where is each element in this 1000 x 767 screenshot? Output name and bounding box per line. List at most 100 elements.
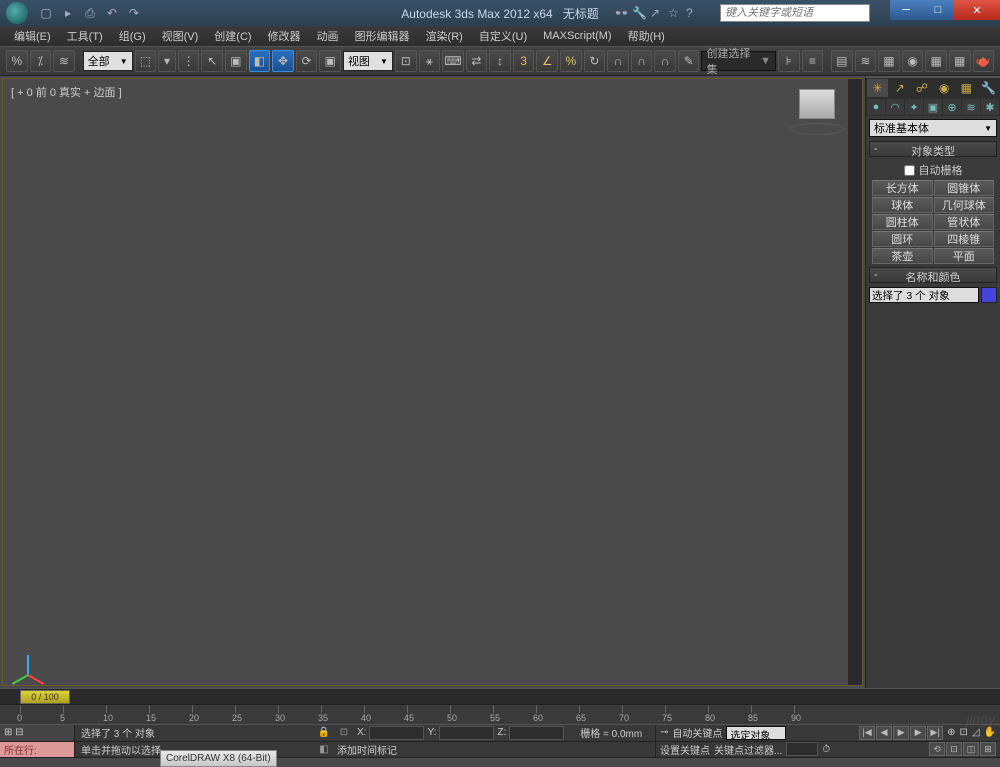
- maximize-button[interactable]: □: [922, 0, 954, 20]
- render-icon[interactable]: 🫖: [973, 50, 995, 72]
- utilities-tab[interactable]: 🔧: [978, 79, 999, 97]
- space-tab[interactable]: ≋: [962, 99, 980, 115]
- viewcube[interactable]: [787, 89, 847, 144]
- next-frame-icon[interactable]: ▶: [910, 726, 926, 740]
- open-icon[interactable]: ▸: [60, 5, 76, 21]
- menu-item[interactable]: 动画: [309, 26, 347, 46]
- save-icon[interactable]: ⎙: [82, 5, 98, 21]
- arrows-icon[interactable]: ⇄: [466, 50, 488, 72]
- kbd-icon[interactable]: ⌨: [442, 50, 464, 72]
- help-search-input[interactable]: [720, 4, 870, 22]
- nav-orbit-icon[interactable]: ⟲: [929, 742, 945, 756]
- percent-icon[interactable]: %: [560, 50, 582, 72]
- selection-filter-dropdown[interactable]: 全部▼: [83, 51, 133, 71]
- systems-tab[interactable]: ✱: [981, 99, 999, 115]
- pivot-icon[interactable]: ⊡: [395, 50, 417, 72]
- time-config-icon[interactable]: ⏱: [822, 744, 830, 755]
- nav-zoomall-icon[interactable]: ⊡: [959, 727, 967, 738]
- nav-pan-icon[interactable]: ✋: [984, 727, 996, 738]
- link-icon[interactable]: %: [6, 50, 28, 72]
- x-input[interactable]: [369, 726, 424, 740]
- render-frame-icon[interactable]: ▦: [949, 50, 971, 72]
- bind-icon[interactable]: ≋: [53, 50, 75, 72]
- align-icon[interactable]: ≡: [802, 50, 824, 72]
- menu-item[interactable]: 视图(V): [154, 26, 207, 46]
- geometry-tab[interactable]: ●: [867, 99, 885, 115]
- nav-zoomreg-icon[interactable]: ⊡: [946, 742, 962, 756]
- lock-icon[interactable]: 🔒: [317, 726, 331, 740]
- shapes-tab[interactable]: ◠: [886, 99, 904, 115]
- primitive-button[interactable]: 圆柱体: [872, 214, 933, 230]
- undo-icon[interactable]: ↶: [104, 5, 120, 21]
- menu-item[interactable]: 创建(C): [206, 26, 259, 46]
- rotate-icon[interactable]: ⟳: [296, 50, 318, 72]
- select-rect-icon[interactable]: ▣: [225, 50, 247, 72]
- binoculars-icon[interactable]: 👓: [614, 6, 628, 20]
- nav-max-icon[interactable]: ◫: [963, 742, 979, 756]
- z-input[interactable]: [509, 726, 564, 740]
- nav-zoom-icon[interactable]: ⊕: [947, 727, 955, 738]
- primitive-button[interactable]: 四棱锥: [934, 231, 995, 247]
- motion-tab[interactable]: ◉: [934, 79, 955, 97]
- primitive-button[interactable]: 平面: [934, 248, 995, 264]
- object-name-input[interactable]: 选择了 3 个 对象: [869, 287, 979, 303]
- name-color-rollout-header[interactable]: -名称和颜色: [869, 267, 997, 283]
- help-icon[interactable]: ?: [686, 6, 700, 20]
- autogrid-input[interactable]: [904, 165, 915, 176]
- unlink-icon[interactable]: ⁒: [30, 50, 52, 72]
- primitive-button[interactable]: 管状体: [934, 214, 995, 230]
- mirror-icon[interactable]: ⊧: [778, 50, 800, 72]
- dots-icon[interactable]: ⋮: [178, 50, 200, 72]
- minimize-button[interactable]: ─: [890, 0, 922, 20]
- viewcube-face[interactable]: [799, 89, 835, 119]
- move-icon[interactable]: ✥: [272, 50, 294, 72]
- cursor-icon[interactable]: ↖: [201, 50, 223, 72]
- layer-icon[interactable]: ▤: [831, 50, 853, 72]
- spinner-icon[interactable]: ↻: [584, 50, 606, 72]
- key-filters-button[interactable]: 关键点过滤器...: [714, 742, 782, 757]
- autogrid-checkbox[interactable]: 自动栅格: [870, 160, 996, 180]
- modify-tab[interactable]: ↗: [889, 79, 910, 97]
- three-icon[interactable]: 3: [513, 50, 535, 72]
- wrench-icon[interactable]: 🔧: [632, 6, 646, 20]
- redo-icon[interactable]: ↷: [126, 5, 142, 21]
- primitive-button[interactable]: 茶壶: [872, 248, 933, 264]
- curve-editor-icon[interactable]: ≋: [855, 50, 877, 72]
- menu-item[interactable]: 工具(T): [59, 26, 111, 46]
- goto-end-icon[interactable]: ▶|: [927, 726, 943, 740]
- star-icon[interactable]: ☆: [668, 6, 682, 20]
- manip-icon[interactable]: ⚹: [419, 50, 441, 72]
- primitive-button[interactable]: 几何球体: [934, 197, 995, 213]
- add-time-tag[interactable]: 添加时间标记: [337, 742, 397, 757]
- y-input[interactable]: [439, 726, 494, 740]
- helpers-tab[interactable]: ⊕: [943, 99, 961, 115]
- close-button[interactable]: ✕: [954, 0, 1000, 20]
- lights-tab[interactable]: ✦: [905, 99, 923, 115]
- time-ruler[interactable]: 051015202530354045505560657075808590: [0, 704, 1000, 724]
- nav-extra-icon[interactable]: ⊞: [980, 742, 996, 756]
- render-setup-icon[interactable]: ▦: [925, 50, 947, 72]
- menu-item[interactable]: 渲染(R): [418, 26, 471, 46]
- viewport[interactable]: [ + 0 前 0 真实 + 边面 ]: [2, 78, 863, 686]
- hierarchy-tab[interactable]: ☍: [911, 79, 932, 97]
- select-sub-icon[interactable]: ▾: [158, 50, 176, 72]
- create-tab[interactable]: ✳: [867, 79, 888, 97]
- nav-fov-icon[interactable]: ◿: [972, 727, 980, 738]
- viewcube-ring[interactable]: [790, 123, 845, 135]
- color-swatch[interactable]: [981, 287, 997, 303]
- object-type-rollout-header[interactable]: -对象类型: [869, 141, 997, 157]
- updown-icon[interactable]: ↕: [489, 50, 511, 72]
- arrow-icon[interactable]: ↗: [650, 6, 664, 20]
- angle-icon[interactable]: ∠: [536, 50, 558, 72]
- primitive-button[interactable]: 圆锥体: [934, 180, 995, 196]
- key-target-dropdown[interactable]: 选定对象: [726, 726, 786, 740]
- viewport-scrollbar[interactable]: [848, 79, 862, 685]
- key-icon[interactable]: ⊸: [660, 727, 668, 738]
- magnet3-icon[interactable]: ∩: [654, 50, 676, 72]
- menu-item[interactable]: MAXScript(M): [535, 28, 619, 44]
- menu-item[interactable]: 修改器: [260, 26, 309, 46]
- menu-item[interactable]: 帮助(H): [620, 26, 673, 46]
- scale-icon[interactable]: ▣: [319, 50, 341, 72]
- menu-item[interactable]: 编辑(E): [6, 26, 59, 46]
- category-dropdown[interactable]: 标准基本体▼: [869, 119, 997, 137]
